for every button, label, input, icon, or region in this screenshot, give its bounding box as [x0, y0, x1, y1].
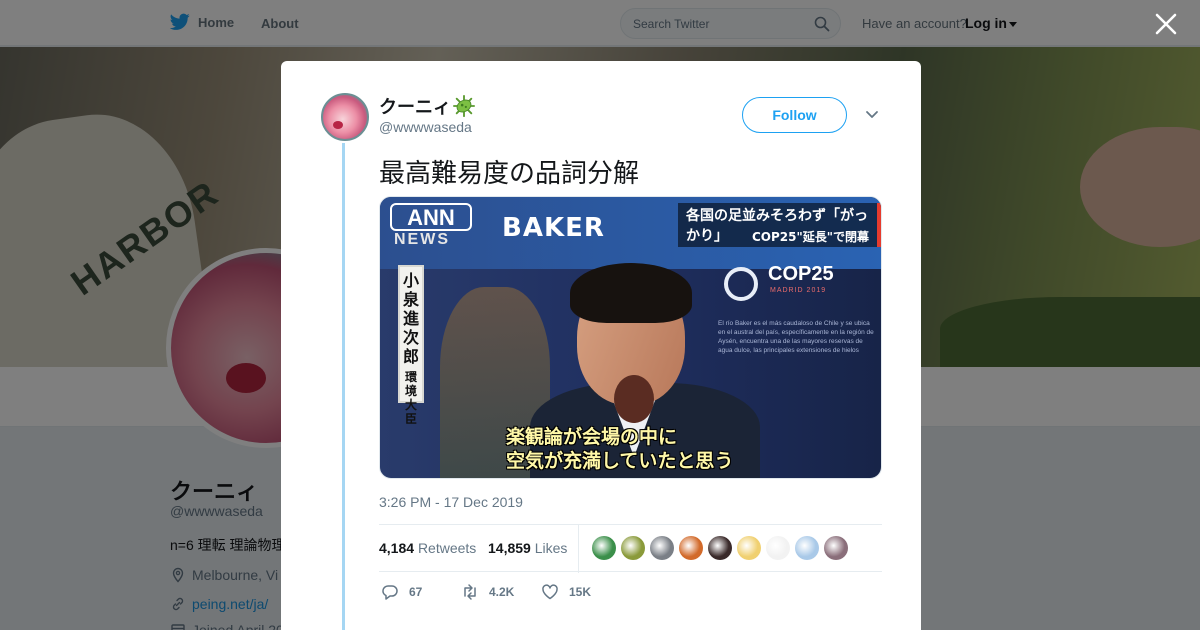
close-icon[interactable]	[1154, 12, 1178, 36]
media-speaker-hair	[570, 263, 692, 323]
media-news-label: NEWS	[394, 231, 450, 248]
liker-avatar[interactable]	[824, 536, 848, 560]
like-action-count: 15K	[569, 585, 592, 599]
likes-label: Likes	[534, 540, 568, 556]
media-baker-sign: BAKER	[502, 213, 605, 243]
liker-avatar[interactable]	[795, 536, 819, 560]
reply-button[interactable]: 67	[381, 583, 422, 601]
media-subtitle: 楽観論が会場の中に 空気が充満していたと思う	[506, 425, 733, 473]
media-cop-title: COP25	[768, 263, 834, 285]
liker-avatar[interactable]	[621, 536, 645, 560]
tweet-modal: クーニィ @wwwwaseda Follow 最高難易度の品詞分解 BAKER …	[281, 61, 921, 630]
thread-line	[342, 143, 345, 630]
media-subtitle-line2: 空気が充満していたと思う	[506, 450, 734, 472]
media-subtitle-line1: 楽観論が会場の中に	[506, 426, 678, 448]
media-ann-logo: ANN	[390, 203, 472, 231]
liker-avatars	[592, 536, 848, 560]
tweet-author-avatar[interactable]	[321, 93, 369, 141]
stats-divider	[578, 525, 579, 573]
reply-count: 67	[409, 585, 423, 599]
tweet-timestamp[interactable]: 3:26 PM - 17 Dec 2019	[379, 494, 523, 510]
media-sign-text: El río Baker es el más caudaloso de Chil…	[718, 320, 874, 354]
media-cop-sub: MADRID 2019	[770, 287, 827, 294]
chevron-down-icon[interactable]	[865, 109, 879, 121]
cop25-logo-icon	[724, 267, 758, 301]
tweet-text: 最高難易度の品詞分解	[379, 159, 640, 189]
liker-avatar[interactable]	[592, 536, 616, 560]
liker-avatar[interactable]	[737, 536, 761, 560]
media-microphone	[614, 375, 654, 423]
tweet-author-name-text[interactable]: クーニィ	[379, 93, 451, 119]
liker-avatar[interactable]	[650, 536, 674, 560]
retweet-button[interactable]: 4.2K	[461, 583, 514, 601]
media-speaker-name: 小泉進次郎	[402, 271, 419, 366]
retweet-icon	[464, 584, 476, 600]
retweet-action-count: 4.2K	[489, 585, 515, 599]
media-speaker-title: 環境大臣	[404, 370, 417, 426]
liker-avatar[interactable]	[766, 536, 790, 560]
tweet-media-image[interactable]: BAKER ANN NEWS 各国の足並みそろわず「がっかり」 COP25"延長…	[379, 196, 882, 479]
reply-icon	[382, 585, 398, 600]
retweets-stat[interactable]: 4,184 Retweets	[379, 540, 476, 556]
retweets-label: Retweets	[417, 540, 477, 556]
like-button[interactable]: 15K	[541, 583, 591, 601]
media-speaker-caption: 小泉進次郎 環境大臣	[398, 265, 424, 426]
liker-avatar[interactable]	[679, 536, 703, 560]
media-headline-sub: COP25"延長"で閉幕	[752, 230, 870, 244]
tweet-stats: 4,184 Retweets 14,859 Likes	[379, 524, 882, 573]
heart-icon	[542, 584, 558, 600]
tweet-author-name[interactable]: クーニィ	[379, 93, 475, 119]
retweets-count: 4,184	[379, 540, 415, 556]
liker-avatar[interactable]	[708, 536, 732, 560]
follow-button[interactable]: Follow	[742, 97, 847, 133]
microbe-emoji-icon	[453, 95, 475, 117]
tweet-actions: 67 4.2K 15K	[379, 583, 679, 603]
tweet-author-handle[interactable]: @wwwwaseda	[379, 119, 472, 135]
likes-count: 14,859	[488, 540, 531, 556]
likes-stat[interactable]: 14,859 Likes	[488, 540, 567, 556]
